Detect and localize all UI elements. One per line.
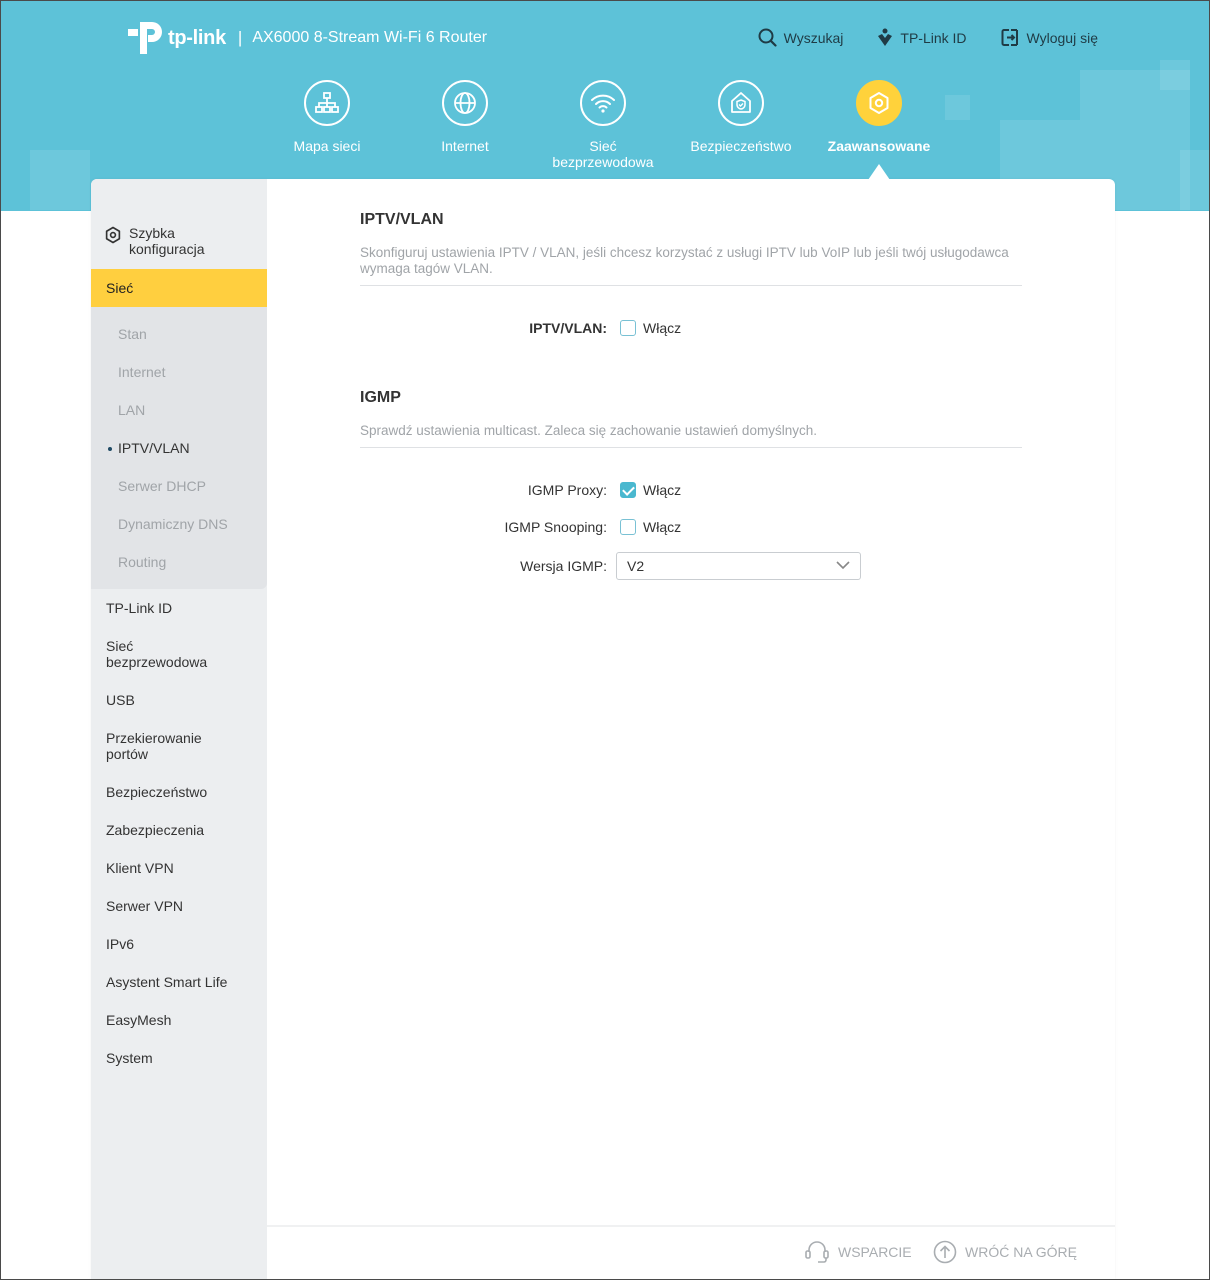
divider: [360, 447, 1022, 448]
submenu-item-dhcp-server[interactable]: Serwer DHCP: [118, 478, 206, 496]
search-link[interactable]: Wyszukaj: [758, 28, 844, 47]
submenu-item-routing[interactable]: Routing: [118, 554, 166, 572]
support-label: WSPARCIE: [838, 1244, 912, 1260]
nav-circle: [718, 80, 764, 126]
sidebar-item-easymesh[interactable]: EasyMesh: [106, 1012, 171, 1028]
submenu-item-iptv-vlan[interactable]: IPTV/VLAN: [108, 440, 190, 458]
igmp-section-title: IGMP: [360, 389, 401, 406]
tplink-logo-icon: [128, 22, 162, 54]
sidebar-item-wireless[interactable]: Sieć bezprzewodowa: [106, 638, 226, 670]
nav-wireless[interactable]: Sieć bezprzewodowa: [534, 80, 672, 170]
logout-icon: [1001, 29, 1018, 46]
nav-circle: [304, 80, 350, 126]
tplink-id-icon: [878, 28, 893, 46]
nav-label: Mapa sieci: [293, 138, 361, 154]
network-map-icon: [315, 92, 339, 113]
igmp-snooping-checkbox[interactable]: [620, 519, 636, 535]
chevron-down-icon: [836, 561, 850, 570]
active-nav-pointer: [868, 164, 890, 180]
content-area: IPTV/VLAN Skonfiguruj ustawienia IPTV / …: [267, 179, 1115, 1280]
sidebar-item-security[interactable]: Bezpieczeństwo: [106, 784, 207, 800]
sidebar-item-port-forwarding[interactable]: Przekierowanie portów: [106, 730, 216, 762]
nav-advanced[interactable]: Zaawansowane: [810, 80, 948, 170]
sidebar-quick-setup[interactable]: Szybka konfiguracja: [104, 225, 219, 257]
top-links: Wyszukaj TP-Link ID Wyloguj się: [758, 28, 1098, 47]
decor-block: [1160, 60, 1190, 90]
tplink-id-label: TP-Link ID: [900, 29, 967, 46]
iptv-section-title: IPTV/VLAN: [360, 211, 444, 228]
submenu-item-lan[interactable]: LAN: [118, 402, 145, 420]
tplink-id-link[interactable]: TP-Link ID: [877, 28, 967, 47]
logout-label: Wyloguj się: [1026, 29, 1098, 46]
nav-circle: [442, 80, 488, 126]
igmp-snooping-label: IGMP Snooping:: [504, 519, 607, 535]
igmp-version-value: V2: [627, 558, 645, 574]
divider: [360, 285, 1022, 286]
home-shield-icon: [731, 92, 751, 113]
headset-icon: [805, 1241, 829, 1263]
igmp-section-desc: Sprawdź ustawienia multicast. Zaleca się…: [360, 423, 817, 438]
nav-label: Zaawansowane: [827, 138, 931, 154]
back-to-top-label: WRÓĆ NA GÓRĘ: [965, 1244, 1078, 1260]
main-card: Szybka konfiguracja Sieć Stan Internet L…: [91, 179, 1115, 1280]
iptv-section-desc: Skonfiguruj ustawienia IPTV / VLAN, jeśl…: [360, 245, 1009, 276]
tplink-logo[interactable]: tp-link | AX6000 8-Stream Wi-Fi 6 Router: [126, 20, 487, 56]
router-model: AX6000 8-Stream Wi-Fi 6 Router: [252, 29, 488, 46]
sidebar-item-system[interactable]: System: [106, 1050, 153, 1066]
sidebar-item-smart-life[interactable]: Asystent Smart Life: [106, 974, 227, 990]
igmp-proxy-checkbox-label[interactable]: Włącz: [643, 482, 681, 498]
sidebar-item-protection[interactable]: Zabezpieczenia: [106, 822, 204, 838]
footer: WSPARCIE WRÓĆ NA GÓRĘ: [267, 1225, 1115, 1280]
sidebar-item-vpn-server[interactable]: Serwer VPN: [106, 898, 183, 914]
igmp-proxy-checkbox[interactable]: [620, 482, 636, 498]
iptv-vlan-checkbox-label[interactable]: Włącz: [643, 320, 681, 336]
quick-setup-label: Szybka konfiguracja: [129, 225, 205, 257]
sidebar-item-usb[interactable]: USB: [106, 692, 135, 708]
logout-link[interactable]: Wyloguj się: [1001, 28, 1098, 47]
quick-setup-gear-icon: [105, 226, 121, 244]
brand-separator: |: [237, 28, 243, 47]
wifi-icon: [591, 94, 615, 113]
igmp-version-select[interactable]: V2: [616, 552, 861, 580]
nav-internet[interactable]: Internet: [396, 80, 534, 170]
search-link-label: Wyszukaj: [783, 29, 844, 46]
nav-security[interactable]: Bezpieczeństwo: [672, 80, 810, 170]
brand-name: tp-link: [168, 26, 226, 49]
submenu-item-internet[interactable]: Internet: [118, 364, 165, 382]
sidebar: Szybka konfiguracja Sieć Stan Internet L…: [91, 179, 267, 1280]
back-to-top-link[interactable]: WRÓĆ NA GÓRĘ: [933, 1240, 1077, 1264]
iptv-vlan-label: IPTV/VLAN:: [529, 320, 607, 336]
igmp-proxy-label: IGMP Proxy:: [527, 482, 607, 498]
nav-network-map[interactable]: Mapa sieci: [258, 80, 396, 170]
submenu-item-ddns[interactable]: Dynamiczny DNS: [118, 516, 228, 534]
submenu-item-status[interactable]: Stan: [118, 326, 147, 344]
gear-icon: [869, 92, 889, 114]
sidebar-item-network[interactable]: Sieć: [91, 269, 267, 307]
sidebar-item-vpn-client[interactable]: Klient VPN: [106, 860, 174, 876]
main-nav: Mapa sieci Internet Sieć bezprzewodowa B…: [258, 80, 948, 170]
network-submenu: Stan Internet LAN IPTV/VLAN Serwer DHCP …: [91, 307, 267, 589]
decor-block: [30, 150, 90, 210]
arrow-up-circle-icon: [933, 1240, 957, 1264]
igmp-snooping-checkbox-label[interactable]: Włącz: [643, 519, 681, 535]
nav-label: Internet: [441, 138, 489, 154]
decor-block: [945, 95, 970, 120]
sidebar-item-ipv6[interactable]: IPv6: [106, 936, 134, 952]
nav-circle: [580, 80, 626, 126]
decor-block: [1180, 150, 1210, 210]
iptv-vlan-checkbox[interactable]: [620, 320, 636, 336]
support-link[interactable]: WSPARCIE: [804, 1240, 912, 1264]
igmp-version-label: Wersja IGMP:: [520, 558, 607, 574]
globe-icon: [454, 92, 476, 114]
search-icon: [758, 28, 777, 47]
nav-circle: [856, 80, 902, 126]
nav-label: Sieć bezprzewodowa: [552, 138, 654, 170]
nav-label: Bezpieczeństwo: [690, 138, 792, 154]
sidebar-item-tplink-id[interactable]: TP-Link ID: [106, 600, 172, 616]
